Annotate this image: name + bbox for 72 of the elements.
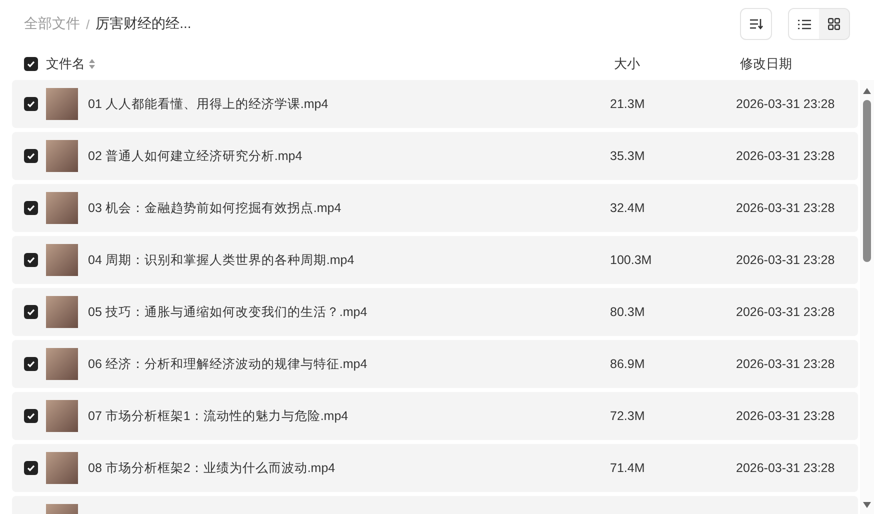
file-row[interactable]: 02 普通人如何建立经济研究分析.mp4 35.3M 2026-03-31 23:28 [12, 132, 858, 180]
modified-date: 2026-03-31 23:28 [736, 409, 836, 423]
modified-date: 2026-03-31 23:28 [736, 97, 836, 111]
list-icon [798, 18, 810, 30]
file-size: 21.3M [610, 97, 646, 111]
sort-icon [749, 18, 763, 30]
breadcrumb-separator: / [86, 16, 90, 32]
row-checkbox[interactable] [24, 357, 38, 371]
file-row[interactable]: 03 机会：金融趋势前如何挖掘有效拐点.mp4 32.4M 2026-03-31 23:28 [12, 184, 858, 232]
scroll-down-icon [863, 502, 871, 508]
video-thumbnail-placeholder [46, 192, 78, 224]
modified-date: 2026-03-31 23:28 [736, 461, 836, 475]
row-checkbox[interactable] [24, 305, 38, 319]
file-name: 03 机会：金融趋势前如何挖掘有效拐点.mp4 [88, 200, 342, 216]
sort-arrows-icon [89, 59, 95, 69]
video-thumbnail-placeholder [46, 88, 78, 120]
file-size: 35.3M [610, 149, 646, 163]
row-checkbox[interactable] [24, 409, 38, 423]
file-size: 71.4M [610, 461, 646, 475]
checkmark-icon [26, 59, 36, 69]
checkmark-icon [26, 359, 36, 369]
file-size: 100.3M [610, 253, 653, 267]
file-name: 05 技巧：通胀与通缩如何改变我们的生活？.mp4 [88, 304, 368, 320]
checkmark-icon [26, 99, 36, 109]
file-row[interactable]: 07 市场分析框架1：流动性的魅力与危险.mp4 72.3M 2026-03-31 23:28 [12, 392, 858, 440]
scroll-up-icon [863, 88, 871, 94]
video-thumbnail-placeholder [46, 244, 78, 276]
video-thumbnail-placeholder [46, 140, 78, 172]
file-name: 06 经济：分析和理解经济波动的规律与特征.mp4 [88, 356, 368, 372]
select-all-checkbox[interactable] [24, 57, 38, 71]
row-checkbox[interactable] [24, 461, 38, 475]
modified-date: 2026-03-31 23:28 [736, 201, 836, 215]
checkmark-icon [26, 255, 36, 265]
column-header[interactable]: 大小 [614, 55, 740, 73]
checkmark-icon [26, 307, 36, 317]
file-row[interactable]: 08 市场分析框架2：业绩为什么而波动.mp4 71.4M 2026-03-31 23:28 [12, 444, 858, 492]
video-thumbnail-placeholder [46, 348, 78, 380]
file-size: 32.4M [610, 201, 646, 215]
file-name: 08 市场分析框架2：业绩为什么而波动.mp4 [88, 460, 336, 476]
modified-date: 2026-03-31 23:28 [736, 357, 836, 371]
file-row[interactable]: 01 人人都能看懂、用得上的经济学课.mp4 21.3M 2026-03-31 23:28 [12, 80, 858, 128]
file-name: 01 人人都能看懂、用得上的经济学课.mp4 [88, 96, 330, 112]
checkmark-icon [26, 203, 36, 213]
file-name: 04 周期：识别和掌握人类世界的各种周期.mp4 [88, 252, 356, 268]
modified-date: 2026-03-31 23:28 [736, 149, 836, 163]
file-size: 72.3M [610, 409, 646, 423]
row-checkbox[interactable] [24, 201, 38, 215]
file-size: 80.3M [610, 305, 646, 319]
grid-icon [828, 18, 840, 30]
file-size: 86.9M [610, 357, 646, 371]
modified-date: 2026-03-31 23:28 [736, 253, 836, 267]
file-name: 02 普通人如何建立经济研究分析.mp4 [88, 148, 304, 164]
row-checkbox[interactable] [24, 97, 38, 111]
video-thumbnail-placeholder [46, 296, 78, 328]
sort-button[interactable] [740, 8, 772, 40]
column-header[interactable]: 修改日期 [740, 55, 850, 73]
file-row[interactable]: 04 周期：识别和掌握人类世界的各种周期.mp4 100.3M 2026-03-31 23:28 [12, 236, 858, 284]
checkmark-icon [26, 151, 36, 161]
list-view-button[interactable] [789, 9, 819, 39]
file-row[interactable]: 05 技巧：通胀与通缩如何改变我们的生活？.mp4 80.3M 2026-03-31 23:28 [12, 288, 858, 336]
scrollbar-thumb[interactable] [863, 100, 871, 262]
modified-date: 2026-03-31 23:28 [736, 305, 836, 319]
checkmark-icon [26, 463, 36, 473]
file-row[interactable]: 06 经济：分析和理解经济波动的规律与特征.mp4 86.9M 2026-03-31 23:28 [12, 340, 858, 388]
video-thumbnail-placeholder [46, 400, 78, 432]
file-name: 07 市场分析框架1：流动性的魅力与危险.mp4 [88, 408, 350, 424]
row-checkbox[interactable] [24, 253, 38, 267]
checkmark-icon [26, 411, 36, 421]
breadcrumb-item: 厉害财经的经... [96, 15, 192, 33]
video-thumbnail-placeholder [46, 452, 78, 484]
column-header[interactable]: 文件名 [46, 55, 85, 73]
row-checkbox[interactable] [24, 149, 38, 163]
